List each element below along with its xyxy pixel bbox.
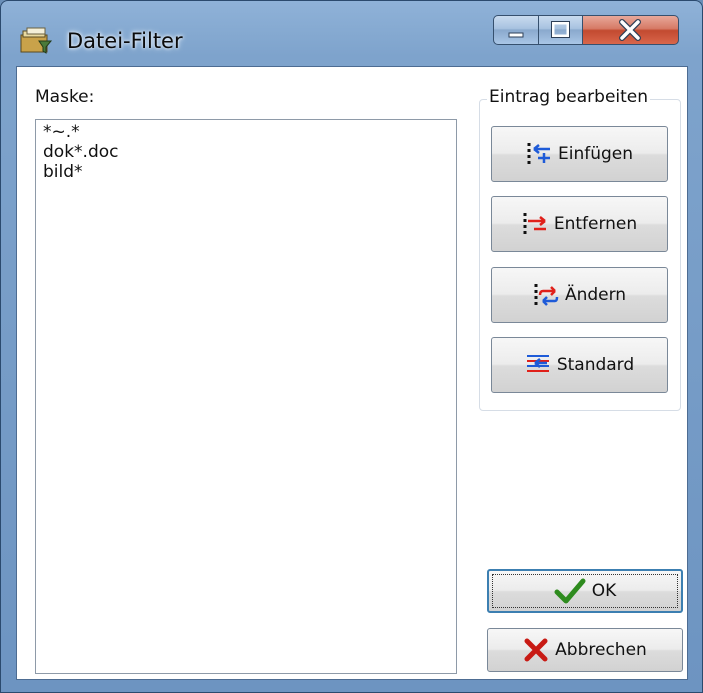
checkmark-icon [554, 578, 586, 604]
list-item[interactable]: dok*.doc [36, 142, 456, 162]
cancel-button[interactable]: Abbrechen [487, 628, 683, 672]
close-icon [619, 19, 641, 41]
maximize-button[interactable] [539, 15, 583, 45]
insert-button[interactable]: Einfügen [491, 126, 668, 182]
change-icon [534, 284, 559, 306]
edit-entry-group-label: Eintrag bearbeiten [487, 87, 651, 107]
mask-listbox[interactable]: *~.* dok*.doc bild* [35, 119, 457, 674]
ok-button[interactable]: OK [487, 569, 683, 613]
remove-button[interactable]: Entfernen [491, 196, 668, 252]
close-x-icon [524, 638, 548, 662]
default-label: Standard [556, 355, 635, 375]
dialog-client-area: Maske: *~.* dok*.doc bild* Eintrag bearb… [16, 66, 688, 680]
list-item[interactable]: bild* [36, 162, 456, 182]
title-bar[interactable]: Datei-Filter [1, 1, 702, 63]
minimize-button[interactable] [493, 15, 539, 45]
remove-icon [523, 213, 546, 235]
minimize-icon [508, 32, 524, 38]
remove-label: Entfernen [553, 214, 638, 234]
ok-label: OK [591, 581, 617, 601]
change-button[interactable]: Ändern [491, 267, 668, 323]
change-label: Ändern [564, 285, 627, 305]
list-item[interactable]: *~.* [36, 122, 456, 142]
filter-folder-icon [20, 27, 53, 54]
maximize-icon [551, 21, 570, 38]
insert-icon [527, 143, 550, 165]
mask-label: Maske: [35, 87, 95, 107]
dialog-window: Datei-Filter Maske: *~.* dok*.doc bild* [0, 0, 703, 693]
default-list-icon [526, 355, 549, 372]
default-button[interactable]: Standard [491, 337, 668, 393]
window-title: Datei-Filter [67, 29, 183, 53]
cancel-label: Abbrechen [555, 640, 647, 660]
close-button[interactable] [583, 15, 679, 45]
insert-label: Einfügen [557, 144, 634, 164]
